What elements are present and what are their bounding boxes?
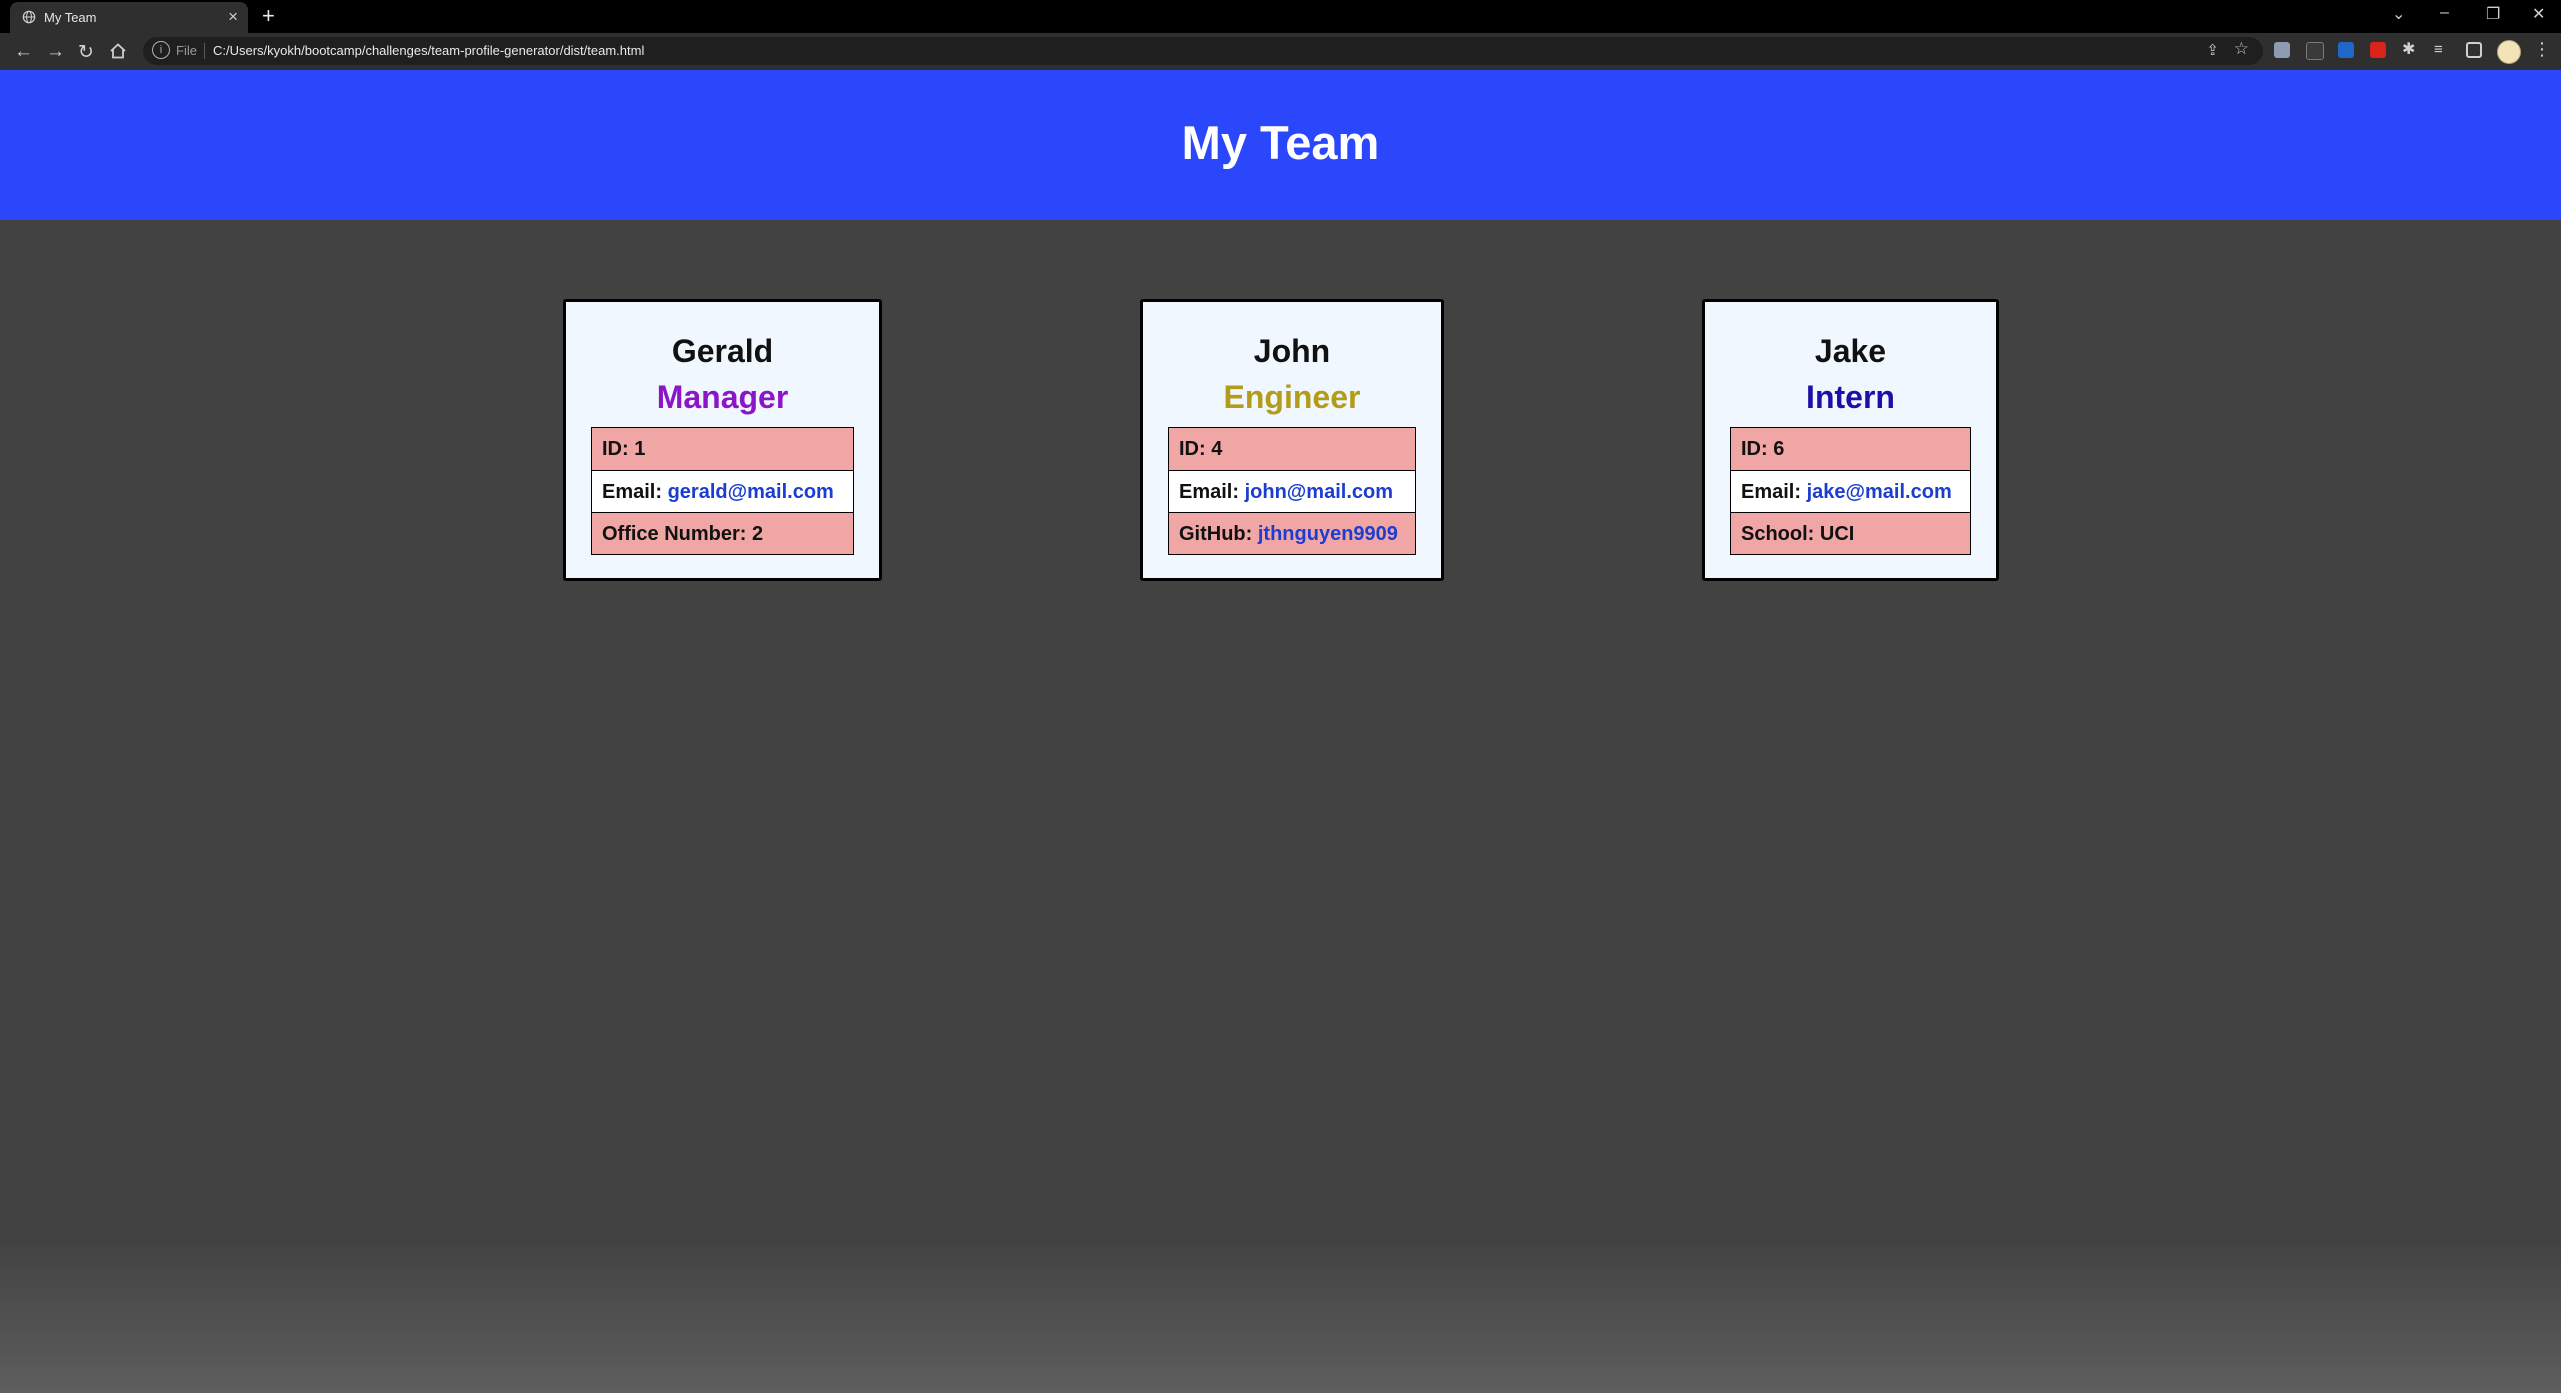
id-label: ID: [602, 437, 629, 460]
home-icon[interactable] [109, 42, 127, 60]
employee-role: Engineer [1223, 379, 1361, 416]
employee-name: John [1253, 333, 1331, 369]
email-label: Email: [1179, 480, 1240, 503]
page-title: My Team [1181, 116, 1380, 169]
employee-name: Gerald [671, 333, 774, 369]
email-row: Email: jake@mail.com [1731, 469, 1970, 512]
school-label: School: [1741, 522, 1815, 545]
email-link[interactable]: gerald@mail.com [668, 481, 834, 503]
back-icon[interactable]: ← [14, 41, 33, 63]
email-label: Email: [1741, 480, 1802, 503]
employee-name: Jake [1814, 333, 1887, 369]
id-label: ID: [1741, 437, 1768, 460]
globe-icon [22, 10, 36, 24]
new-tab-icon[interactable]: + [262, 3, 275, 29]
id-row: ID: 6 [1731, 427, 1970, 470]
share-icon[interactable]: ⇪ [2206, 41, 2219, 59]
page-header: My Team [0, 70, 2561, 220]
tab-title: My Team [44, 10, 97, 25]
page-viewport: My Team Gerald Manager ID: 1 Email: gera… [0, 70, 2561, 1393]
employee-card-engineer: John Engineer ID: 4 Email: john@mail.com… [1140, 299, 1444, 581]
url-separator [204, 43, 205, 59]
close-tab-icon[interactable]: × [228, 7, 238, 27]
email-link[interactable]: jake@mail.com [1807, 481, 1952, 503]
employee-card-manager: Gerald Manager ID: 1 Email: gerald@mail.… [563, 299, 882, 581]
email-row: Email: john@mail.com [1169, 469, 1415, 512]
extension-glasses-icon[interactable] [2306, 42, 2324, 60]
url-text[interactable]: C:/Users/kyokh/bootcamp/challenges/team-… [213, 43, 644, 58]
url-scheme: File [176, 43, 197, 58]
reading-list-icon[interactable]: ≡ [2434, 42, 2450, 58]
employee-info-list: ID: 1 Email: gerald@mail.com Office Numb… [591, 426, 854, 555]
github-row: GitHub: jthnguyen9909 [1169, 511, 1415, 554]
id-row: ID: 1 [592, 427, 853, 470]
github-link[interactable]: jthnguyen9909 [1258, 523, 1398, 545]
browser-tab-bar: My Team × + ⌄ – ❐ ✕ [0, 0, 2561, 33]
employee-role: Manager [656, 379, 789, 416]
minimize-icon[interactable]: – [2440, 4, 2449, 22]
reload-icon[interactable]: ↻ [78, 41, 94, 64]
employee-card-intern: Jake Intern ID: 6 Email: jake@mail.com S… [1702, 299, 1999, 581]
id-label: ID: [1179, 437, 1206, 460]
employee-role: Intern [1806, 379, 1895, 416]
bookmark-star-icon[interactable]: ☆ [2234, 39, 2249, 59]
browser-toolbar: ← → ↻ i File C:/Users/kyokh/bootcamp/cha… [0, 33, 2561, 70]
employee-info-list: ID: 6 Email: jake@mail.com School: UCI [1730, 426, 1971, 555]
employee-info-list: ID: 4 Email: john@mail.com GitHub: jthng… [1168, 426, 1416, 555]
extension-download-icon[interactable] [2338, 42, 2354, 58]
id-row: ID: 4 [1169, 427, 1415, 470]
office-number-row: Office Number: 2 [592, 511, 853, 554]
id-value: 4 [1211, 437, 1223, 460]
office-number-value: 2 [752, 522, 764, 545]
email-link[interactable]: john@mail.com [1245, 481, 1393, 503]
address-bar[interactable]: i File C:/Users/kyokh/bootcamp/challenge… [143, 37, 2263, 65]
browser-tab[interactable]: My Team × [10, 2, 248, 33]
tab-search-icon[interactable]: ⌄ [2392, 4, 2405, 24]
close-window-icon[interactable]: ✕ [2532, 4, 2545, 24]
extension-pdf-icon[interactable] [2370, 42, 2386, 58]
browser-menu-icon[interactable]: ⋮ [2533, 39, 2551, 60]
email-label: Email: [602, 480, 663, 503]
school-row: School: UCI [1731, 511, 1970, 554]
school-value: UCI [1819, 522, 1855, 545]
site-info-icon[interactable]: i [152, 41, 170, 59]
id-value: 6 [1773, 437, 1785, 460]
id-value: 1 [634, 437, 646, 460]
office-number-label: Office Number: [602, 522, 747, 545]
profile-avatar[interactable] [2497, 40, 2521, 64]
email-row: Email: gerald@mail.com [592, 469, 853, 512]
extensions-puzzle-icon[interactable]: ✱ [2402, 42, 2418, 58]
github-label: GitHub: [1179, 522, 1253, 545]
restore-icon[interactable]: ❐ [2486, 4, 2500, 24]
extension-monitor-icon[interactable] [2274, 42, 2290, 58]
forward-icon[interactable]: → [46, 41, 65, 63]
side-panel-icon[interactable] [2466, 42, 2482, 58]
